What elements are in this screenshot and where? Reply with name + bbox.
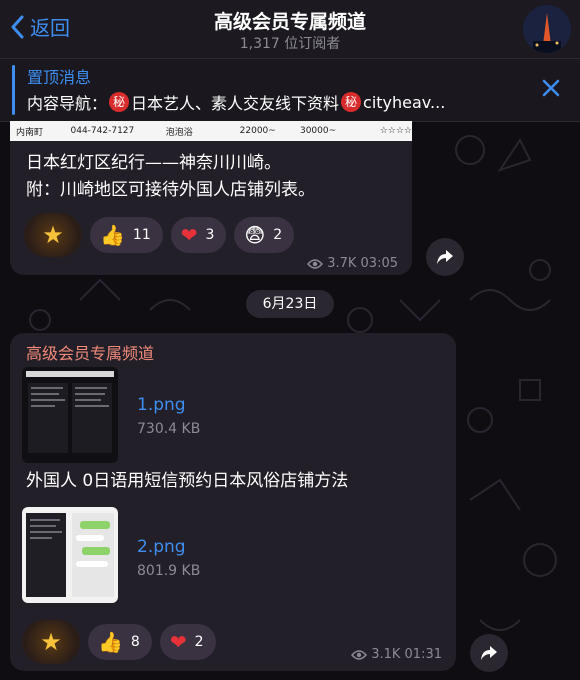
- reactions-row: ★ 👍 11 ❤ 3 😨 2: [24, 213, 302, 257]
- table-cell: 044-742-7127: [70, 126, 135, 136]
- pinned-title: 置顶消息: [27, 68, 92, 87]
- heart-icon: ❤: [180, 223, 198, 247]
- message-bubble[interactable]: 高级会员专属频道 1.png 730.4 KB 外国人 0日语用短信预约日本风俗…: [10, 333, 456, 671]
- pinned-part1: 日本艺人、素人交友线下资料: [131, 94, 340, 113]
- table-cell: 泡泡浴: [165, 127, 193, 138]
- eye-icon: [351, 649, 368, 660]
- file-thumbnail[interactable]: [22, 507, 118, 603]
- secret-badge-icon: 秘: [109, 92, 130, 112]
- pinned-message-bar[interactable]: 置顶消息 内容导航： 秘 日本艺人、素人交友线下资料 秘 cityheav...: [0, 59, 580, 122]
- star-reaction-button[interactable]: ★: [22, 620, 80, 664]
- image-table-strip[interactable]: 内南町 044-742-7127 泡泡浴 22000~ 30000~ ☆☆☆☆: [10, 121, 412, 141]
- star-icon: ★: [40, 628, 62, 656]
- tower-avatar-image: [523, 5, 571, 53]
- reaction-count: 8: [130, 634, 140, 650]
- message-caption: 外国人 0日语用短信预约日本风俗店铺方法: [26, 471, 349, 491]
- share-button[interactable]: [426, 238, 464, 276]
- forward-arrow-icon: [481, 646, 497, 660]
- reaction-heart[interactable]: ❤ 3: [170, 217, 227, 253]
- pinned-indicator: [12, 65, 15, 115]
- subscriber-count: 1,317 位订阅者: [239, 36, 341, 52]
- message-meta: 3.7K 03:05: [307, 256, 398, 271]
- eye-icon: [307, 258, 324, 269]
- forward-arrow-icon: [437, 250, 453, 264]
- reaction-fearful[interactable]: 😨 2: [234, 217, 295, 253]
- reaction-thumbs-up[interactable]: 👍 8: [88, 624, 152, 660]
- fearful-face-icon: 😨: [244, 223, 266, 247]
- file-size: 801.9 KB: [137, 563, 201, 579]
- table-cell: 22000~: [239, 126, 276, 136]
- pinned-prefix: 内容导航：: [27, 94, 108, 113]
- message-line: 日本红灯区纪行——神奈川川崎。: [26, 153, 281, 173]
- reaction-count: 11: [132, 227, 151, 243]
- reaction-count: 2: [273, 227, 283, 243]
- view-count: 3.7K: [327, 256, 357, 271]
- message-time: 01:31: [404, 647, 442, 662]
- reactions-row: ★ 👍 8 ❤ 2: [22, 620, 224, 664]
- channel-name[interactable]: 高级会员专属频道: [26, 340, 154, 364]
- star-reaction-button[interactable]: ★: [24, 213, 82, 257]
- chat-header: 返回 高级会员专属频道 1,317 位订阅者: [0, 0, 580, 59]
- share-button[interactable]: [470, 634, 508, 672]
- file-name[interactable]: 2.png: [137, 537, 186, 557]
- pinned-text: 内容导航： 秘 日本艺人、素人交友线下资料 秘 cityheav...: [27, 90, 539, 114]
- pinned-part2: cityheav...: [363, 92, 446, 112]
- message-time: 03:05: [360, 256, 398, 271]
- date-separator: 6月23日: [246, 290, 334, 318]
- reaction-count: 2: [194, 634, 204, 650]
- thumbs-up-icon: 👍: [100, 223, 125, 247]
- table-cell: ☆☆☆☆: [379, 126, 412, 136]
- channel-title[interactable]: 高级会员专属频道: [0, 7, 580, 34]
- table-cell: 30000~: [299, 126, 337, 136]
- table-cell: 内南町: [16, 127, 44, 138]
- file-size: 730.4 KB: [137, 421, 201, 437]
- message-meta: 3.1K 01:31: [351, 647, 442, 662]
- reaction-heart[interactable]: ❤ 2: [159, 624, 216, 660]
- close-icon[interactable]: [542, 79, 560, 97]
- reaction-thumbs-up[interactable]: 👍 11: [90, 217, 163, 253]
- message-bubble[interactable]: 内南町 044-742-7127 泡泡浴 22000~ 30000~ ☆☆☆☆ …: [10, 121, 412, 275]
- message-line: 附：川崎地区可接待外国人店铺列表。: [26, 180, 315, 200]
- screenshot-thumbnail-image: [22, 367, 118, 463]
- reaction-count: 3: [205, 227, 215, 243]
- heart-icon: ❤: [169, 630, 187, 654]
- secret-badge-icon: 秘: [341, 92, 362, 112]
- channel-avatar[interactable]: [523, 5, 571, 53]
- star-icon: ★: [42, 221, 64, 249]
- thumbs-up-icon: 👍: [98, 630, 123, 654]
- view-count: 3.1K: [371, 647, 401, 662]
- screenshot-thumbnail-image: [22, 507, 118, 603]
- file-name[interactable]: 1.png: [137, 395, 186, 415]
- file-thumbnail[interactable]: [22, 367, 118, 463]
